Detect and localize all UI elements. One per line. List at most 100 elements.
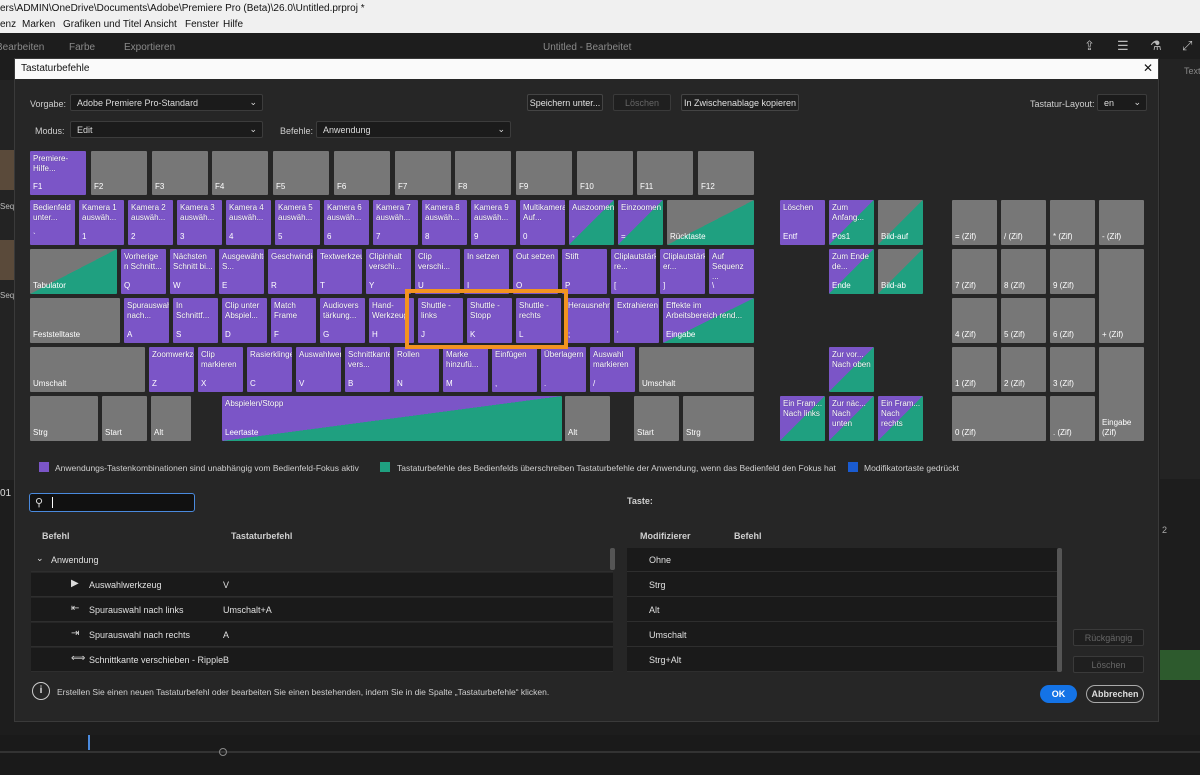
cancel-button[interactable]: Abbrechen [1086,685,1144,703]
key-p-36[interactable]: Stift P [562,249,607,294]
key-2-zif--93[interactable]: 2 (Zif) [1001,347,1046,392]
key-9-zif--87[interactable]: 9 (Zif) [1050,249,1095,294]
key-entf-72[interactable]: Löschen Entf [780,200,825,245]
col-modifier-header[interactable]: Modifizierer [640,531,691,541]
key-n-59[interactable]: Rollen N [394,347,439,392]
key-f-44[interactable]: Match Frame F [271,298,316,343]
key-y-32[interactable]: Clipinhalt verschi... Y [366,249,411,294]
key-strg-65[interactable]: Strg [30,396,98,441]
key-g-45[interactable]: Audiovers tärkung... G [320,298,365,343]
key-bild-ab-76[interactable]: Bild-ab [878,249,923,294]
key-f3-2[interactable]: F3 [152,151,208,195]
key--zif--83[interactable]: * (Zif) [1050,200,1095,245]
key-nav-79[interactable]: Zur näc... Nach unten [829,396,874,441]
playhead[interactable] [88,735,90,750]
key-z-54[interactable]: Zoomwerkzeug Z [149,347,194,392]
key-alt-67[interactable]: Alt [151,396,191,441]
col-shortcut-header[interactable]: Tastaturbefehl [231,531,292,541]
key-tabulator-26[interactable]: Tabulator [30,249,117,294]
key---23[interactable]: Auszoomen - [569,200,614,245]
command-shortcut[interactable]: Umschalt+A [223,605,272,615]
key--zif--96[interactable]: . (Zif) [1050,396,1095,441]
modifier-row[interactable]: Umschalt [627,623,1059,647]
modifier-row[interactable]: Strg [627,573,1059,597]
key---51[interactable]: Extrahieren ' [614,298,659,343]
workspace-tab-export[interactable]: Exportieren [124,42,175,53]
key-f6-5[interactable]: F6 [334,151,390,195]
key-t-31[interactable]: Textwerkzeug T [317,249,362,294]
key-i-34[interactable]: In setzen I [464,249,509,294]
key-c-56[interactable]: Rasierklinge C [247,347,292,392]
key-3-15[interactable]: Kamera 3 auswäh... 3 [177,200,222,245]
key-4-zif--88[interactable]: 4 (Zif) [952,298,997,343]
key-1-13[interactable]: Kamera 1 auswäh... 1 [79,200,124,245]
key-w-28[interactable]: Nächsten Schnitt bi... W [170,249,215,294]
group-row-application[interactable]: ⌄ Anwendung [31,548,613,572]
key---63[interactable]: Auswahl markieren / [590,347,635,392]
key-5-17[interactable]: Kamera 5 auswäh... 5 [275,200,320,245]
key-7-zif--85[interactable]: 7 (Zif) [952,249,997,294]
key-9-21[interactable]: Kamera 9 auswäh... 9 [471,200,516,245]
workspace-tab-edit[interactable]: Bearbeiten [0,42,44,53]
key-o-35[interactable]: Out setzen O [513,249,558,294]
key-alt-69[interactable]: Alt [565,396,610,441]
search-input[interactable] [56,496,186,509]
key---38[interactable]: Cliplautstärke er...] [660,249,705,294]
key-f7-6[interactable]: F7 [395,151,451,195]
key-leertaste-68[interactable]: Abspielen/Stopp Leertaste [222,396,562,441]
key-0-zif--95[interactable]: 0 (Zif) [952,396,1046,441]
key--zif--81[interactable]: = (Zif) [952,200,997,245]
panels-icon[interactable]: ☰ [1117,38,1129,54]
key-0-22[interactable]: Multikamera-Auf... 0 [520,200,565,245]
key-q-27[interactable]: Vorherige n Schnitt... Q [121,249,166,294]
key-f2-1[interactable]: F2 [91,151,147,195]
key-a-41[interactable]: Spurauswahl nach... A [124,298,169,343]
modifier-row[interactable]: Ohne [627,548,1059,572]
key-u-33[interactable]: Clip verschi... U [415,249,460,294]
key-r-30[interactable]: Geschwindigkeit... R [268,249,313,294]
key--zif--91[interactable]: + (Zif) [1099,249,1144,343]
key---39[interactable]: Auf Sequenz ... \ [709,249,754,294]
menu-item-enz[interactable]: enz [0,19,16,30]
key-x-55[interactable]: Clip markieren X [198,347,243,392]
key-nav-77[interactable]: Zur vor... Nach oben [829,347,874,392]
menu-item-ansicht[interactable]: Ansicht [144,19,177,30]
key-f8-7[interactable]: F8 [455,151,511,195]
modifier-row[interactable]: Strg+Alt [627,648,1059,672]
menu-item-fenster[interactable]: Fenster [185,19,219,30]
key-6-18[interactable]: Kamera 6 auswäh... 6 [324,200,369,245]
key-start-66[interactable]: Start [102,396,147,441]
modifier-list-scrollbar[interactable] [1057,548,1062,672]
menu-item-marken[interactable]: Marken [22,19,55,30]
key--zif--82[interactable]: / (Zif) [1001,200,1046,245]
command-list-scrollbar[interactable] [610,548,615,570]
command-shortcut[interactable]: V [223,580,229,590]
col-mod-command-header[interactable]: Befehl [734,531,762,541]
key-5-zif--89[interactable]: 5 (Zif) [1001,298,1046,343]
key-7-19[interactable]: Kamera 7 auswäh... 7 [373,200,418,245]
key-2-14[interactable]: Kamera 2 auswäh... 2 [128,200,173,245]
key-r-cktaste-25[interactable]: Rücktaste [667,200,754,245]
search-field[interactable]: ⚲ [29,493,195,512]
fullscreen-icon[interactable]: ⤢ [1182,38,1192,54]
key--zif--84[interactable]: - (Zif) [1099,200,1144,245]
key-8-zif--86[interactable]: 8 (Zif) [1001,249,1046,294]
key-feststelltaste-40[interactable]: Feststelltaste [30,298,120,343]
share-icon[interactable]: ⇪ [1084,38,1095,54]
key-e-29[interactable]: Ausgewählten S... E [219,249,264,294]
key-ende-75[interactable]: Zum Ende de... Ende [829,249,874,294]
ok-button[interactable]: OK [1040,685,1077,703]
chevron-down-icon[interactable]: ⌄ [36,553,44,564]
key---12[interactable]: Bedienfeld unter... ` [30,200,75,245]
key-eingabe-zif--97[interactable]: Eingabe (Zif) [1099,347,1144,441]
table-row[interactable]: ⟺ Schnittkante verschieben - Ripple B [31,648,613,672]
key-v-57[interactable]: Auswahlwerkzeug V [296,347,341,392]
key---62[interactable]: Überlagern. [541,347,586,392]
key-umschalt-64[interactable]: Umschalt [639,347,754,392]
table-row[interactable]: ⇤ Spurauswahl nach links Umschalt+A [31,598,613,622]
menu-item-hilfe[interactable]: Hilfe [223,19,243,30]
key-f4-3[interactable]: F4 [212,151,268,195]
key-4-16[interactable]: Kamera 4 auswäh... 4 [226,200,271,245]
key-d-43[interactable]: Clip unter Abspiel... D [222,298,267,343]
key-f12-11[interactable]: F12 [698,151,754,195]
